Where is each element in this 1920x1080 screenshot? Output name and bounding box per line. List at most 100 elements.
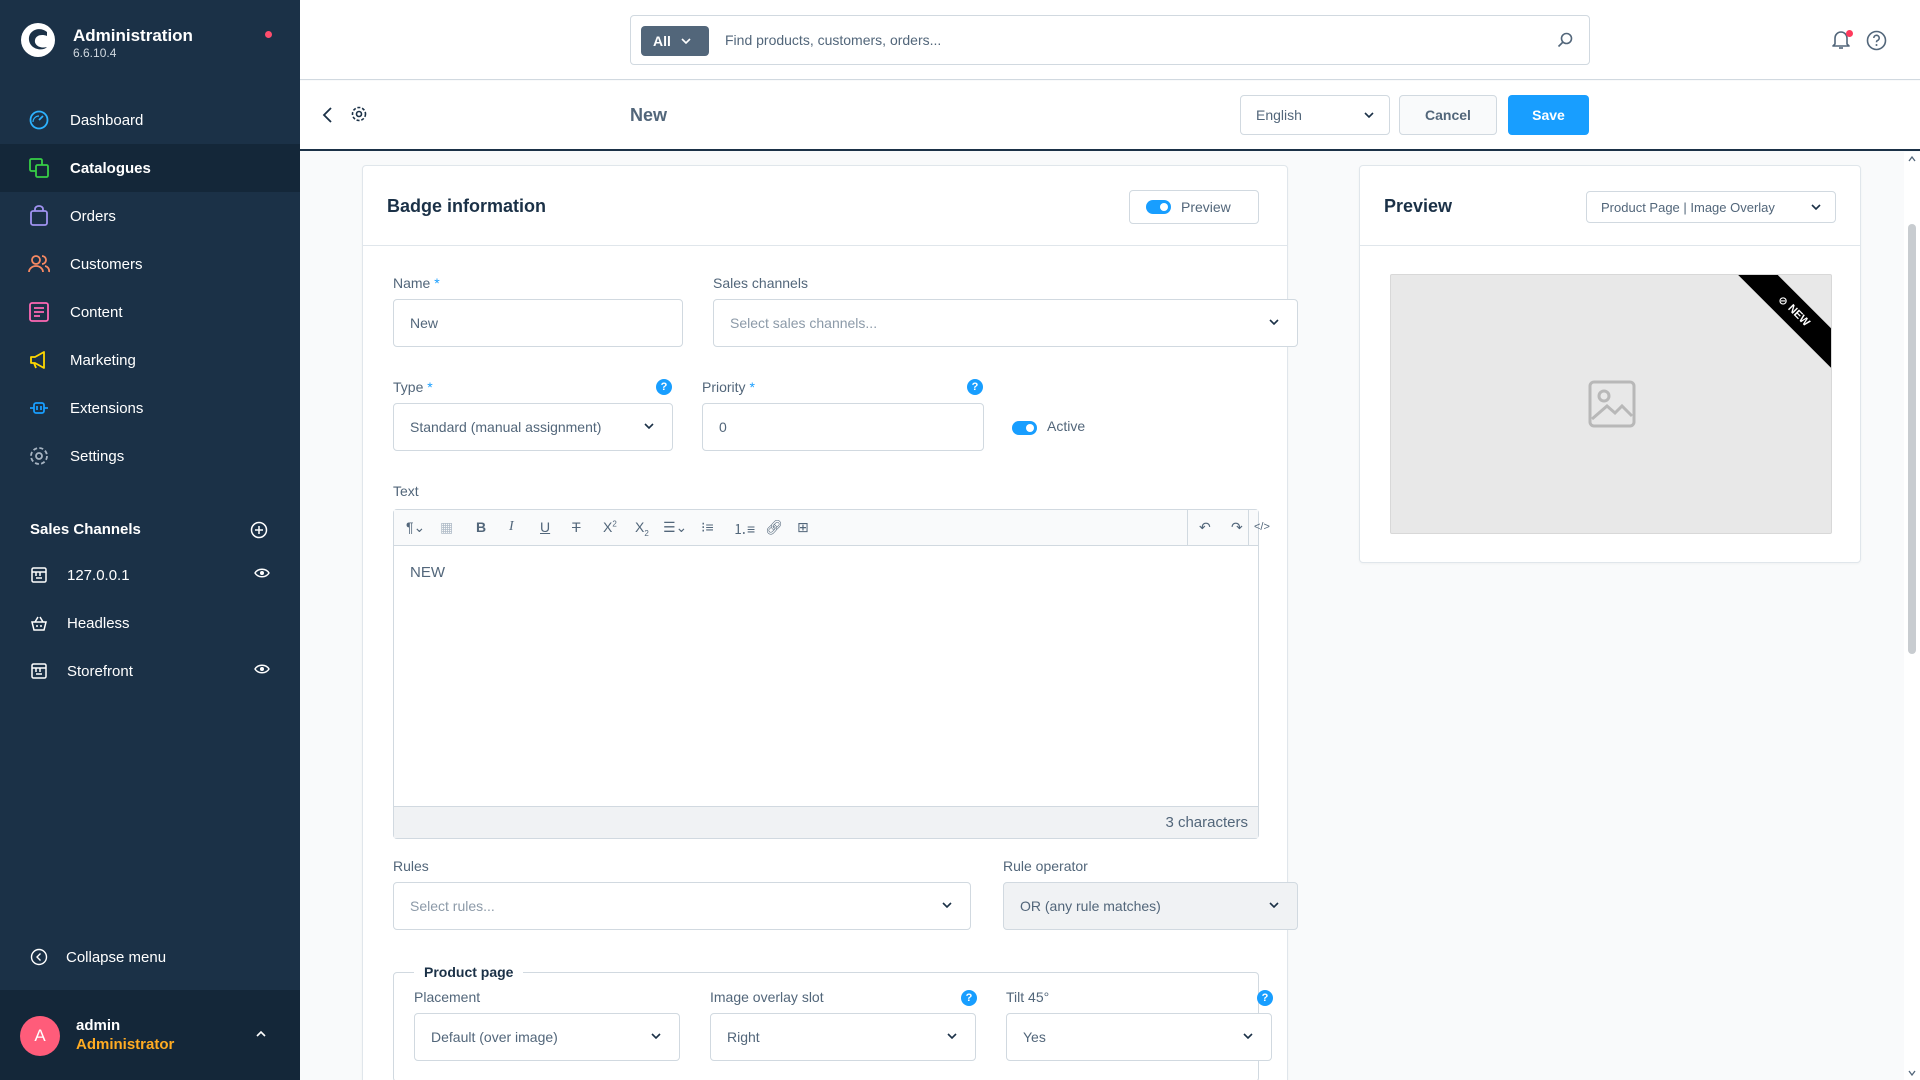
type-value: Standard (manual assignment) <box>410 419 602 435</box>
type-select[interactable]: Standard (manual assignment) <box>393 403 673 451</box>
undo-icon[interactable]: ↶ <box>1199 519 1211 536</box>
search-scope-label: All <box>653 33 671 49</box>
customers-icon <box>28 255 50 273</box>
collapse-menu-button[interactable]: Collapse menu <box>30 948 166 966</box>
text-color-icon[interactable]: ▦ <box>440 519 453 536</box>
sales-channel-item[interactable]: Storefront <box>0 647 300 695</box>
italic-icon[interactable]: I <box>509 519 514 535</box>
paragraph-format-icon[interactable]: ¶⌄ <box>406 519 425 536</box>
active-label: Active <box>1047 418 1086 434</box>
sales-channels-title: Sales Channels <box>30 521 141 538</box>
rule-operator-select[interactable]: OR (any rule matches) <box>1003 882 1298 930</box>
priority-label-text: Priority <box>702 379 746 395</box>
numbered-list-icon[interactable]: ⒈≡ <box>733 519 755 539</box>
overlay-slot-select[interactable]: Right <box>710 1013 976 1061</box>
character-count: 3 characters <box>1165 814 1248 831</box>
sales-channel-item[interactable]: Headless <box>0 599 300 647</box>
preview-switch[interactable] <box>1146 200 1171 214</box>
redo-icon[interactable]: ↷ <box>1231 519 1243 536</box>
eye-icon[interactable] <box>254 567 270 579</box>
rules-select[interactable]: Select rules... <box>393 882 971 930</box>
nav-catalogues[interactable]: Catalogues <box>0 144 300 192</box>
chevron-down-icon <box>681 38 691 44</box>
priority-label: Priority * <box>702 379 755 395</box>
strikethrough-icon[interactable]: T <box>572 519 581 535</box>
tilt-label: Tilt 45° <box>1006 989 1050 1005</box>
text-editor[interactable]: ¶⌄ ▦ B I U T X2 X2 ☰⌄ ⁝≡ ⒈≡ 🔗︎ ⊞ ↶ ↷ </>… <box>393 509 1270 839</box>
editor-content[interactable]: NEW <box>410 564 445 581</box>
product-page-legend: Product page <box>414 964 524 980</box>
scroll-thumb[interactable] <box>1908 224 1916 654</box>
nav-dashboard[interactable]: Dashboard <box>0 96 300 144</box>
catalogues-icon <box>29 158 49 178</box>
nav-customers[interactable]: Customers <box>0 240 300 288</box>
name-label-text: Name <box>393 275 431 291</box>
marketing-icon <box>30 351 45 369</box>
name-field[interactable]: New <box>393 299 683 347</box>
scroll-down-icon[interactable] <box>1908 1070 1916 1076</box>
global-search[interactable]: All Find products, customers, orders... <box>630 15 1590 65</box>
page-title: New <box>630 105 668 125</box>
priority-input[interactable]: 0 <box>702 403 984 451</box>
nav-settings[interactable]: Settings <box>0 432 300 480</box>
save-button[interactable]: Save <box>1508 95 1589 135</box>
table-icon[interactable]: ⊞ <box>797 519 809 536</box>
notification-badge <box>1846 30 1853 37</box>
tilt-select[interactable]: Yes <box>1006 1013 1272 1061</box>
preview-toggle-button[interactable]: Preview <box>1129 190 1259 224</box>
language-value: English <box>1256 107 1302 123</box>
eye-icon[interactable] <box>254 663 270 675</box>
collapse-label: Collapse menu <box>66 948 167 966</box>
chevron-up-icon[interactable] <box>255 1030 267 1038</box>
help-icon[interactable]: ? <box>1257 990 1273 1006</box>
rule-operator-label: Rule operator <box>1003 858 1088 874</box>
page-scrollbar[interactable] <box>1904 152 1920 1080</box>
help-icon[interactable]: ? <box>967 379 983 395</box>
active-switch[interactable] <box>1012 421 1037 435</box>
user-menu[interactable]: A admin Administrator <box>0 990 300 1080</box>
back-arrow-icon[interactable] <box>322 106 334 124</box>
align-icon[interactable]: ☰⌄ <box>663 519 687 536</box>
placement-select[interactable]: Default (over image) <box>414 1013 680 1061</box>
help-icon[interactable] <box>1866 30 1887 51</box>
sales-channels-placeholder: Select sales channels... <box>730 315 878 331</box>
chevron-down-icon <box>947 1033 957 1039</box>
chevron-down-icon <box>1269 319 1279 325</box>
subscript-icon[interactable]: X2 <box>635 519 649 538</box>
search-icon[interactable] <box>1557 32 1573 48</box>
sales-channel-item[interactable]: 127.0.0.1 <box>0 551 300 599</box>
scroll-up-icon[interactable] <box>1908 156 1916 162</box>
cancel-button[interactable]: Cancel <box>1399 95 1497 135</box>
code-view-icon[interactable]: </> <box>1254 521 1270 533</box>
rules-label: Rules <box>393 858 429 874</box>
search-input[interactable]: Find products, customers, orders... <box>725 32 941 48</box>
type-label: Type * <box>393 379 433 395</box>
placement-value: Default (over image) <box>431 1029 558 1045</box>
editor-toolbar: ¶⌄ ▦ B I U T X2 X2 ☰⌄ ⁝≡ ⒈≡ 🔗︎ ⊞ ↶ ↷ </> <box>394 510 1270 546</box>
help-icon[interactable]: ? <box>656 379 672 395</box>
card-header: Badge information Preview <box>363 166 1287 246</box>
gear-icon[interactable] <box>350 105 368 123</box>
bold-icon[interactable]: B <box>476 519 486 535</box>
tilt-value: Yes <box>1023 1029 1046 1045</box>
preview-mode-select[interactable]: Product Page | Image Overlay <box>1586 191 1836 223</box>
nav-extensions[interactable]: Extensions <box>0 384 300 432</box>
dashboard-icon <box>29 110 49 130</box>
nav-marketing[interactable]: Marketing <box>0 336 300 384</box>
sales-channel-label: Headless <box>67 614 130 632</box>
nav-orders[interactable]: Orders <box>0 192 300 240</box>
preview-mode-value: Product Page | Image Overlay <box>1601 199 1775 215</box>
help-icon[interactable]: ? <box>961 990 977 1006</box>
bullet-list-icon[interactable]: ⁝≡ <box>701 519 714 536</box>
superscript-icon[interactable]: X2 <box>603 519 617 535</box>
sales-channels-select[interactable]: Select sales channels... <box>713 299 1298 347</box>
search-scope-button[interactable]: All <box>641 26 709 56</box>
chevron-down-icon <box>1364 112 1374 118</box>
main-nav: Dashboard Catalogues Orders Customers Co… <box>0 96 300 480</box>
link-icon[interactable]: 🔗︎ <box>765 519 783 536</box>
language-select[interactable]: English <box>1240 95 1390 135</box>
underline-icon[interactable]: U <box>540 519 550 535</box>
add-sales-channel-icon[interactable] <box>250 521 268 539</box>
ribbon-text: NEW <box>1785 302 1812 329</box>
nav-content[interactable]: Content <box>0 288 300 336</box>
